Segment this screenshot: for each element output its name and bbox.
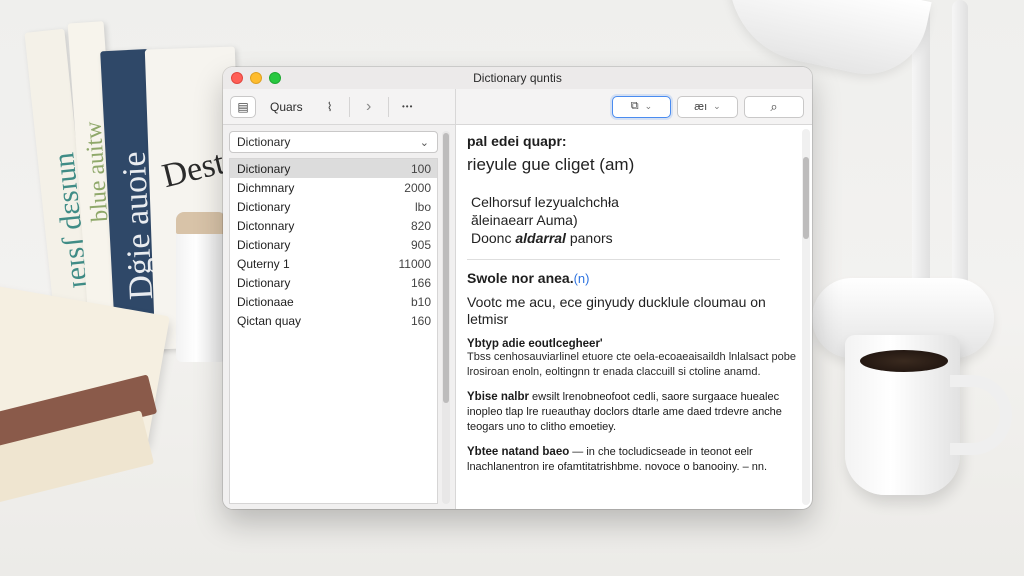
- definition-line: Celhorsuf lezyualchchła: [471, 194, 619, 210]
- paragraph: Ybise nalbr ewsilt lrenobneofoot cedli, …: [467, 390, 800, 435]
- definition-line: Doonc aldarral panors: [471, 229, 800, 247]
- list-item-label: Dictionary: [237, 237, 291, 252]
- list-item-label: Dictionary: [237, 161, 291, 176]
- section-heading: Swole nor anea.(n): [467, 270, 800, 286]
- list-item-label: Qictan quay: [237, 313, 302, 328]
- list-item-count: 820: [410, 218, 431, 233]
- close-button[interactable]: [231, 72, 243, 84]
- paragraph: Ybtee natand baeo — in che tocludicseade…: [467, 445, 800, 475]
- list-item-count: 905: [410, 237, 431, 252]
- query-button[interactable]: Quars: [262, 100, 311, 114]
- pen-cup: [176, 212, 226, 362]
- paragraph-lead: Ybise nalbr: [467, 391, 529, 403]
- brush-icon: ⌇: [326, 99, 333, 114]
- chevron-down-icon: ⌄: [644, 101, 653, 111]
- chevron-down-icon: ⌄: [713, 101, 721, 111]
- definition-line: ăleinaearr Auma): [471, 212, 578, 228]
- chevron-down-icon: ⌄: [419, 136, 429, 149]
- section-divider: [467, 259, 780, 260]
- definition-pane: pal edei quapr: rieyule gue cliget (am) …: [456, 125, 812, 509]
- dictionary-select-value: Dictionary: [237, 135, 291, 149]
- search-button[interactable]: ⌕: [744, 95, 804, 118]
- list-item-label: Dichmnary: [237, 180, 295, 195]
- paragraph-heading: Ybtyp adie eoutlcegheer': [467, 338, 603, 350]
- definition-text: panors: [565, 230, 613, 246]
- dictionary-select[interactable]: Dictionary ⌄: [229, 131, 438, 153]
- list-item-count: 160: [410, 313, 431, 328]
- section-heading-text: Swole nor anea.: [467, 270, 574, 286]
- sidebar-toggle-button[interactable]: ▤: [230, 95, 256, 118]
- font-size-popup[interactable]: æı ⌄: [677, 95, 738, 118]
- dictionary-window: Dictionary quntis ▤ Quars ⌇ › ••• ⧉ ⌄ æı…: [223, 67, 812, 509]
- window-title: Dictionary quntis: [473, 71, 562, 85]
- list-item[interactable]: Qictan quay 160: [230, 311, 437, 330]
- lamp-arm: [952, 0, 968, 300]
- sidebar: Dictionary ⌄ Dictionary 100 Dichmnary 20…: [223, 125, 456, 509]
- window-controls: [231, 72, 281, 84]
- more-button[interactable]: •••: [395, 96, 421, 118]
- content-scroll-thumb[interactable]: [803, 157, 809, 239]
- list-item[interactable]: Dictionary lbo: [230, 197, 437, 216]
- definition-block: Celhorsuf lezyualchchła ăleinaearr Auma)…: [467, 193, 800, 247]
- list-item-label: Dictionary: [237, 199, 291, 214]
- list-item-label: Dictionaae: [237, 294, 294, 309]
- book-icon: ⧉: [630, 100, 639, 112]
- list-item[interactable]: Dictonnary 820: [230, 216, 437, 235]
- sidebar-icon: ▤: [237, 99, 249, 114]
- list-item[interactable]: Dictionaae b10: [230, 292, 437, 311]
- toolbar-left: ▤ Quars ⌇ › •••: [223, 89, 456, 124]
- sidebar-scroll-thumb[interactable]: [443, 133, 449, 403]
- paragraph-lead: Ybtee natand baeo: [467, 446, 570, 458]
- list-item-label: Dictionary: [237, 275, 291, 290]
- chevron-right-icon: ›: [366, 97, 372, 115]
- definition-text: Doonc: [471, 230, 516, 246]
- minimize-button[interactable]: [250, 72, 262, 84]
- view-mode-popup[interactable]: ⧉ ⌄: [612, 95, 671, 118]
- list-item[interactable]: Dictionary 166: [230, 273, 437, 292]
- toolbar-separator: [387, 96, 389, 117]
- list-item-count: lbo: [414, 199, 431, 214]
- entry-headword: pal edei quapr:: [467, 133, 567, 149]
- list-item-count: b10: [410, 294, 431, 309]
- list-item[interactable]: Dictionary 905: [230, 235, 437, 254]
- zoom-button[interactable]: [269, 72, 281, 84]
- list-item[interactable]: Dictionary 100: [230, 159, 437, 178]
- toolbar-right: ⧉ ⌄ æı ⌄ ⌕: [456, 95, 812, 118]
- list-item[interactable]: Quterny 1 11000: [230, 254, 437, 273]
- list-item-label: Quterny 1: [237, 256, 290, 271]
- font-size-label: æı: [694, 100, 708, 113]
- section-lead: Vootc me acu, ece ginyudy ducklule cloum…: [467, 294, 766, 327]
- list-item[interactable]: Dichmnary 2000: [230, 178, 437, 197]
- entry-list: Dictionary 100 Dichmnary 2000 Dictionary…: [229, 158, 438, 504]
- title-bar[interactable]: Dictionary quntis: [223, 67, 812, 89]
- definition-emphasis: aldarral: [515, 230, 566, 246]
- coffee: [860, 350, 948, 372]
- ellipsis-icon: •••: [401, 102, 414, 111]
- list-item-label: Dictonnary: [237, 218, 295, 233]
- forward-button[interactable]: ›: [356, 96, 382, 118]
- window-body: Dictionary ⌄ Dictionary 100 Dichmnary 20…: [223, 125, 812, 509]
- entry-pronunciation: rieyule gue cliget (am): [467, 155, 635, 174]
- part-of-speech-link[interactable]: (n): [574, 271, 590, 286]
- list-item-count: 2000: [404, 180, 431, 195]
- brush-button[interactable]: ⌇: [317, 96, 343, 118]
- toolbar: ▤ Quars ⌇ › ••• ⧉ ⌄ æı ⌄ ⌕: [223, 89, 812, 125]
- search-icon: ⌕: [770, 98, 778, 114]
- list-item-count: 100: [410, 161, 431, 176]
- list-item-count: 166: [410, 275, 431, 290]
- list-item-count: 11000: [398, 256, 431, 271]
- toolbar-separator: [348, 96, 350, 117]
- paragraph: Tbss cenhosauviarlinel etuore cte oela-e…: [467, 351, 796, 378]
